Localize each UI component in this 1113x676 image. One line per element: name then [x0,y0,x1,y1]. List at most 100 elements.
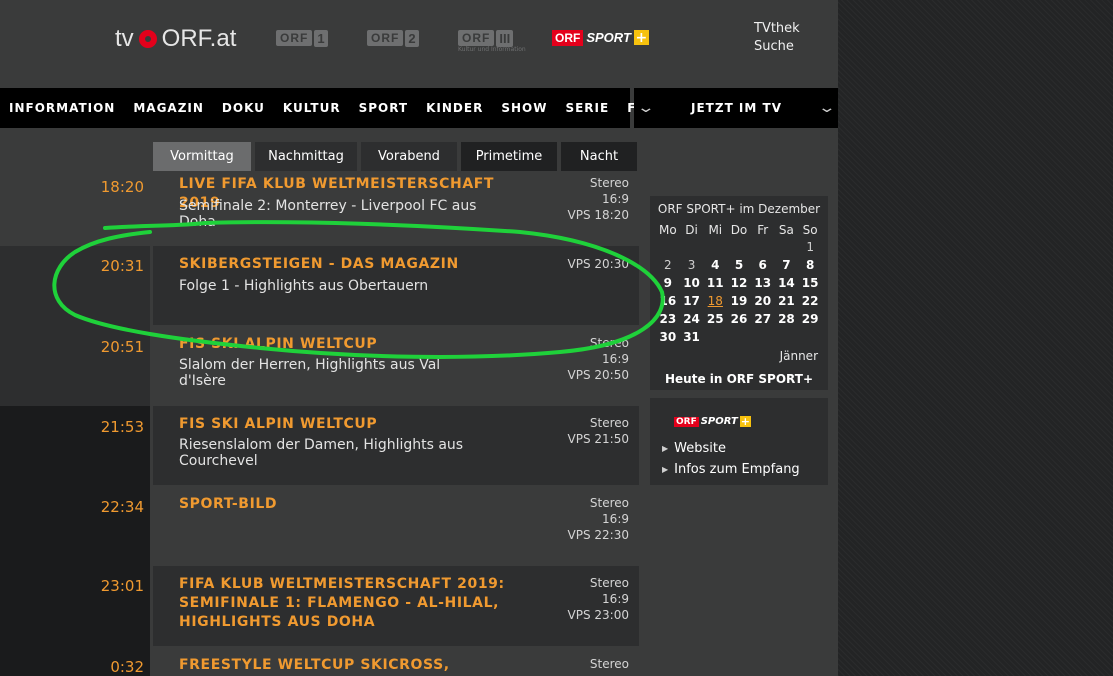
calendar-day[interactable]: 2 [656,257,680,273]
program-card: FIS SKI ALPIN WELTCUP Slalom der Herren,… [153,326,639,406]
program-audio: Stereo [589,657,629,671]
program-title: SKIBERGSTEIGEN - DAS MAGAZIN [179,256,459,272]
program-format: 16:9 [602,192,629,206]
program-row[interactable]: 18:20 LIVE FIFA KLUB WELTMEISTERSCHAFT 2… [0,170,640,245]
calendar-day[interactable]: 20 [751,293,775,309]
calendar-weekday: Fr [757,223,769,237]
program-vps: VPS 20:50 [567,368,629,382]
calendar-day[interactable]: 9 [656,275,680,291]
calendar-day[interactable]: 12 [727,275,751,291]
calendar-day[interactable]: 13 [751,275,775,291]
calendar-day[interactable]: 30 [656,329,680,345]
program-row[interactable]: 20:31 SKIBERGSTEIGEN - DAS MAGAZIN Folge… [0,246,640,325]
calendar-day[interactable]: 8 [798,257,822,273]
program-row[interactable]: 21:53 FIS SKI ALPIN WELTCUP Riesenslalom… [0,406,640,486]
program-format: 16:9 [602,512,629,526]
program-meta: Stereo [590,656,629,672]
calendar-next-month-link[interactable]: Jänner [780,349,818,363]
program-vps: VPS 18:20 [567,208,629,222]
calendar-empty-cell [798,329,822,345]
calendar-day[interactable]: 31 [680,329,704,345]
program-card: SKIBERGSTEIGEN - DAS MAGAZIN Folge 1 - H… [153,246,639,325]
calendar-day[interactable]: 24 [680,311,704,327]
calendar-day[interactable]: 17 [680,293,704,309]
calendar-day[interactable]: 25 [703,311,727,327]
calendar-day[interactable]: 23 [656,311,680,327]
website-link[interactable]: ▶ Website [662,441,726,456]
program-subtitle: Slalom der Herren, Highlights aus Val d'… [179,357,441,389]
info-logo-orf: ORF [674,416,699,427]
tab-nacht[interactable]: Nacht [561,142,637,171]
program-meta: Stereo 16:9 VPS 23:00 [568,575,629,623]
tab-nachmittag[interactable]: Nachmittag [255,142,357,171]
program-row[interactable]: 22:34 SPORT-BILD Stereo 16:9 VPS 22:30 [0,486,640,566]
calendar-day[interactable]: 4 [703,257,727,273]
calendar-empty-cell [727,329,751,345]
program-time: 20:51 [100,338,144,356]
calendar-day[interactable]: 3 [680,257,704,273]
calendar-day[interactable]: 10 [680,275,704,291]
reception-info-link-label: Infos zum Empfang [674,462,800,477]
program-card: FIFA KLUB WELTMEISTERSCHAFT 2019: SEMIFI… [153,566,639,646]
info-logo-plus-icon: + [739,415,751,428]
program-time: 22:34 [100,498,144,516]
program-title: FIFA KLUB WELTMEISTERSCHAFT 2019: SEMIFI… [179,576,505,630]
calendar-day[interactable]: 6 [751,257,775,273]
program-title: FIS SKI ALPIN WELTCUP [179,336,378,352]
tab-vorabend[interactable]: Vorabend [361,142,457,171]
jetzt-im-tv-dropdown[interactable]: ⌄ JETZT IM TV ⌄ [634,88,838,128]
program-title: FIS SKI ALPIN WELTCUP [179,416,378,432]
calendar-day[interactable]: 7 [775,257,799,273]
program-vps: VPS 21:50 [567,432,629,446]
program-card: FIS SKI ALPIN WELTCUP Riesenslalom der D… [153,406,639,485]
calendar-empty-cell [680,239,704,255]
calendar-empty-cell [656,239,680,255]
calendar-empty-cell [703,239,727,255]
info-logo-sport: SPORT [700,416,738,427]
search-link[interactable]: Suche [754,38,800,56]
program-time: 21:53 [100,418,144,436]
tab-vormittag[interactable]: Vormittag [153,142,251,171]
program-subtitle: Riesenslalom der Damen, Highlights aus C… [179,437,464,469]
calendar-day[interactable]: 11 [703,275,727,291]
calendar-day[interactable]: 26 [727,311,751,327]
program-time: 23:01 [100,577,144,595]
program-card-content: LIVE FIFA KLUB WELTMEISTERSCHAFT 2019 Se… [153,170,639,245]
calendar-day[interactable]: 22 [798,293,822,309]
calendar-day[interactable]: 29 [798,311,822,327]
program-subtitle: Semifinale 2: Monterrey - Liverpool FC a… [179,198,477,230]
program-meta: Stereo 16:9 VPS 22:30 [568,495,629,543]
tvthek-link[interactable]: TVthek [754,20,800,38]
calendar-day[interactable]: 1 [798,239,822,255]
program-audio: Stereo [589,496,629,510]
program-row[interactable]: 0:32 FREESTYLE WELTCUP SKICROSS, Stereo [0,646,640,676]
daypart-tabs: Vormittag Nachmittag Vorabend Primetime … [153,142,637,171]
program-calendar: ORF SPORT+ im Dezember Mo Di Mi Do Fr Sa So 1 2 3… [650,196,828,390]
program-time: 18:20 [100,178,144,196]
calendar-day[interactable]: 18 [703,293,727,309]
program-audio: Stereo [589,336,629,350]
orf-sport-plus-logo: ORF SPORT + [674,415,751,428]
calendar-day[interactable]: 16 [656,293,680,309]
program-subtitle: Folge 1 - Highlights aus Obertauern [179,278,429,294]
program-audio: Stereo [589,576,629,590]
calendar-day[interactable]: 5 [727,257,751,273]
calendar-day[interactable]: 14 [775,275,799,291]
program-row[interactable]: 20:51 FIS SKI ALPIN WELTCUP Slalom der H… [0,326,640,406]
calendar-day[interactable]: 28 [775,311,799,327]
program-audio: Stereo [589,416,629,430]
calendar-day[interactable]: 21 [775,293,799,309]
calendar-day[interactable]: 19 [727,293,751,309]
program-card: SPORT-BILD Stereo 16:9 VPS 22:30 [153,486,639,565]
calendar-today-link[interactable]: Heute in ORF SPORT+ [650,372,828,386]
program-row[interactable]: 23:01 FIFA KLUB WELTMEISTERSCHAFT 2019: … [0,566,640,646]
calendar-day[interactable]: 15 [798,275,822,291]
tab-primetime[interactable]: Primetime [461,142,557,171]
calendar-weekday: Mi [708,223,723,237]
calendar-weekday: Mo [659,223,677,237]
calendar-weekday: Do [730,223,748,237]
calendar-day[interactable]: 27 [751,311,775,327]
program-time: 20:31 [100,257,144,275]
reception-info-link[interactable]: ▶ Infos zum Empfang [662,462,800,477]
program-schedule: 18:20 LIVE FIFA KLUB WELTMEISTERSCHAFT 2… [0,0,640,676]
